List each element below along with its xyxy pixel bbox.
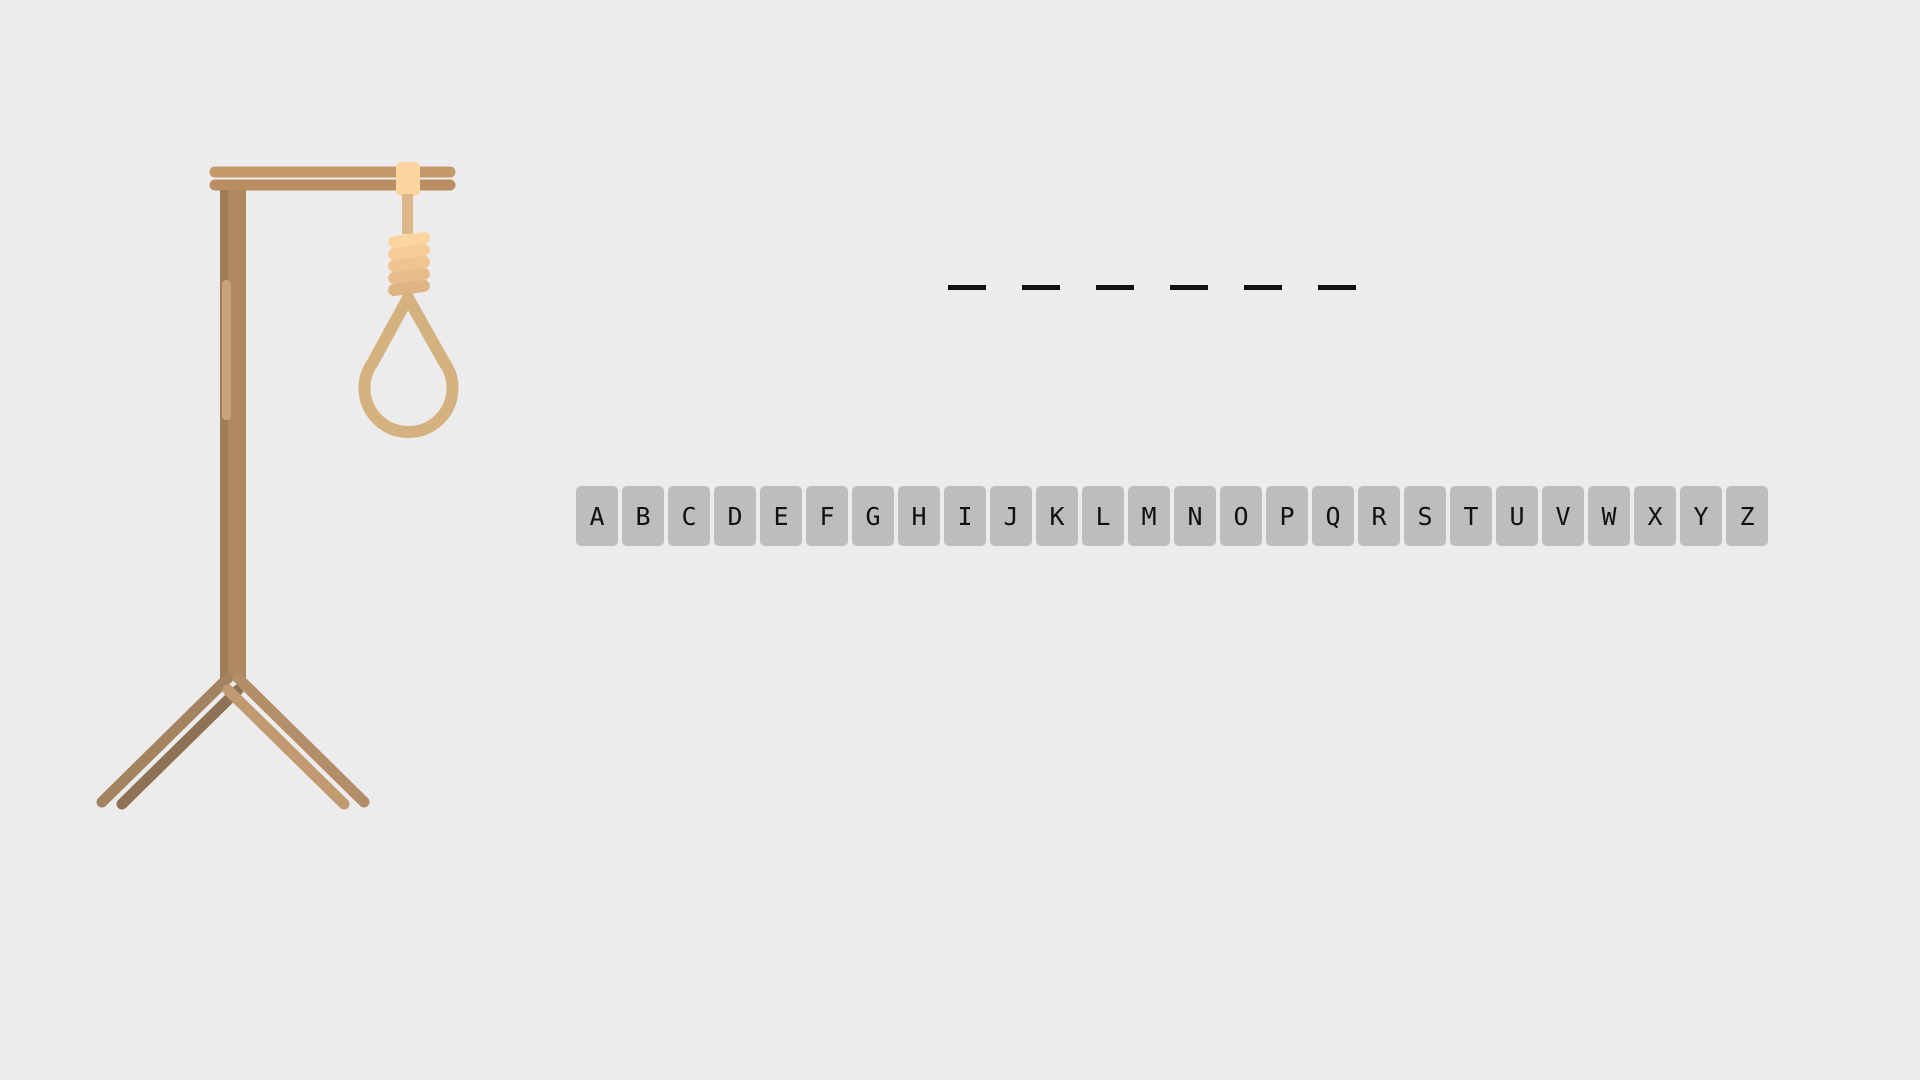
letter-blank — [1096, 268, 1134, 290]
gallows-leg-right-back — [222, 684, 350, 810]
key-h[interactable]: H — [898, 486, 940, 546]
gallows-leg-right — [232, 672, 370, 808]
key-u[interactable]: U — [1496, 486, 1538, 546]
key-r[interactable]: R — [1358, 486, 1400, 546]
letter-blank — [1318, 268, 1356, 290]
key-p[interactable]: P — [1266, 486, 1308, 546]
gallows-leg-left-back — [116, 684, 244, 810]
key-b[interactable]: B — [622, 486, 664, 546]
key-n[interactable]: N — [1174, 486, 1216, 546]
key-i[interactable]: I — [944, 486, 986, 546]
key-t[interactable]: T — [1450, 486, 1492, 546]
key-w[interactable]: W — [1588, 486, 1630, 546]
rope-knot-on-beam — [396, 162, 420, 196]
key-c[interactable]: C — [668, 486, 710, 546]
key-v[interactable]: V — [1542, 486, 1584, 546]
letter-blank — [948, 268, 986, 290]
letter-blank — [1244, 268, 1282, 290]
gallows-icon — [96, 162, 459, 810]
letter-blank — [1022, 268, 1060, 290]
key-e[interactable]: E — [760, 486, 802, 546]
letter-blank — [1170, 268, 1208, 290]
word-display — [948, 268, 1356, 290]
key-j[interactable]: J — [990, 486, 1032, 546]
gallows-post-shade — [220, 190, 228, 680]
key-k[interactable]: K — [1036, 486, 1078, 546]
key-z[interactable]: Z — [1726, 486, 1768, 546]
letter-keyboard: A B C D E F G H I J K L M N O P Q R S T … — [576, 486, 1768, 546]
game-screen: A B C D E F G H I J K L M N O P Q R S T … — [0, 0, 1920, 1080]
key-o[interactable]: O — [1220, 486, 1262, 546]
key-s[interactable]: S — [1404, 486, 1446, 546]
key-y[interactable]: Y — [1680, 486, 1722, 546]
key-g[interactable]: G — [852, 486, 894, 546]
key-x[interactable]: X — [1634, 486, 1676, 546]
key-d[interactable]: D — [714, 486, 756, 546]
key-a[interactable]: A — [576, 486, 618, 546]
key-f[interactable]: F — [806, 486, 848, 546]
gallows-post-highlight — [222, 280, 231, 420]
key-m[interactable]: M — [1128, 486, 1170, 546]
key-l[interactable]: L — [1082, 486, 1124, 546]
key-q[interactable]: Q — [1312, 486, 1354, 546]
gallows-leg-left — [96, 672, 234, 808]
noose-loop — [358, 292, 459, 438]
rope — [402, 194, 413, 234]
